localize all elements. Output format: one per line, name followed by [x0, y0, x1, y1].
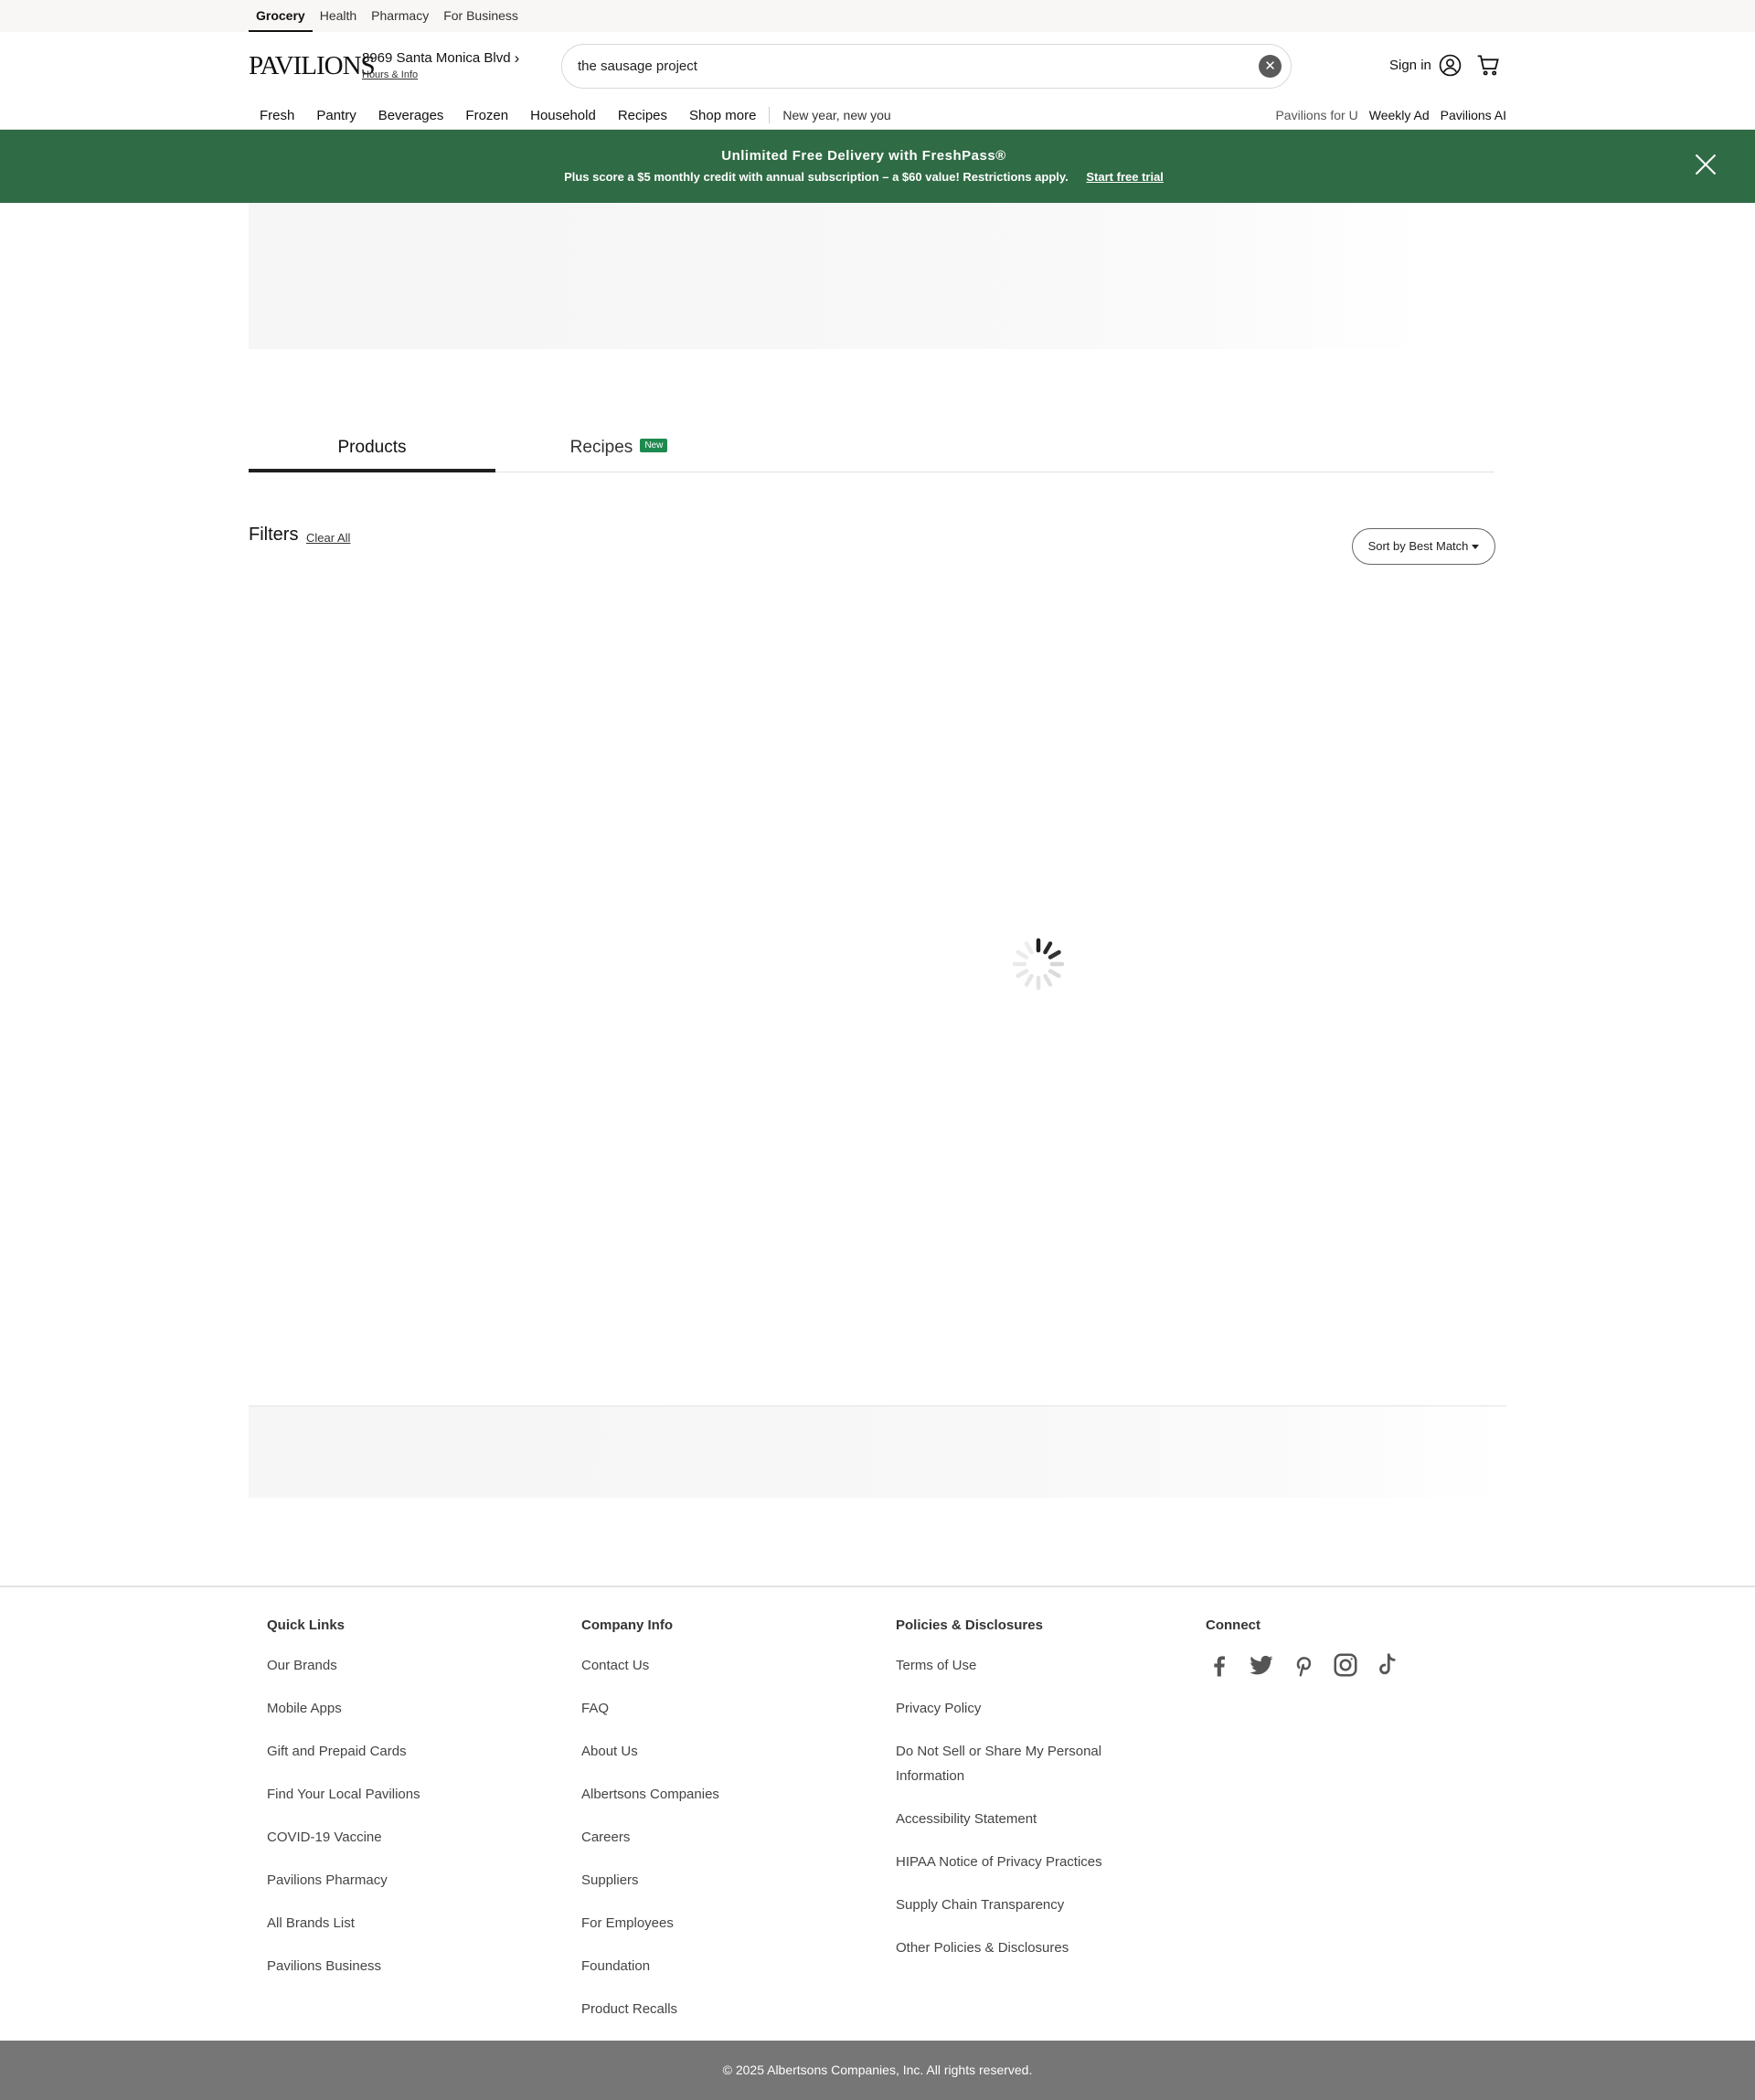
copyright-bar: © 2025 Albertsons Companies, Inc. All ri…	[0, 2041, 1755, 2100]
footer-link-faq[interactable]: FAQ	[581, 1696, 810, 1721]
search-input[interactable]	[578, 45, 1236, 88]
category-nav: Fresh Pantry Beverages Frozen Household …	[249, 101, 902, 129]
nav-weekly-ad[interactable]: Weekly Ad	[1369, 108, 1430, 122]
footer-link-find-store[interactable]: Find Your Local Pavilions	[267, 1782, 495, 1807]
chevron-right-icon: ›	[514, 49, 520, 67]
site-footer: Quick Links Our Brands Mobile Apps Gift …	[0, 1586, 1755, 2041]
sign-in-button[interactable]: Sign in	[1389, 54, 1462, 77]
loading-placeholder-bottom	[249, 1406, 1506, 1498]
banner-subtitle: Plus score a $5 monthly credit with annu…	[0, 170, 1728, 184]
footer-company-info-title: Company Info	[581, 1617, 673, 1633]
top-utility-bar: Grocery Health Pharmacy For Business	[0, 0, 1755, 32]
store-address[interactable]: 8969 Santa Monica Blvd ›	[362, 50, 519, 66]
sign-in-label: Sign in	[1389, 58, 1431, 73]
tab-recipes-label: Recipes	[569, 438, 633, 457]
secondary-nav: Pavilions for U Weekly Ad Pavilions AI	[1264, 101, 1506, 129]
social-links	[1206, 1651, 1416, 1679]
footer-link-about-us[interactable]: About Us	[581, 1739, 810, 1764]
footer-quick-links-title: Quick Links	[267, 1617, 346, 1633]
topbar-item-health[interactable]: Health	[313, 0, 364, 32]
loading-spinner-icon	[1012, 938, 1065, 991]
footer-link-employees[interactable]: For Employees	[581, 1911, 810, 1936]
footer-link-gift-cards[interactable]: Gift and Prepaid Cards	[267, 1739, 495, 1764]
tab-recipes[interactable]: Recipes New	[495, 430, 742, 472]
footer-link-hipaa[interactable]: HIPAA Notice of Privacy Practices	[896, 1850, 1124, 1874]
freshpass-banner: Unlimited Free Delivery with FreshPass® …	[0, 130, 1755, 203]
filters-heading: Filters	[249, 525, 299, 545]
footer-link-accessibility[interactable]: Accessibility Statement	[896, 1807, 1124, 1831]
topbar-item-grocery[interactable]: Grocery	[249, 0, 313, 32]
loading-placeholder-top	[249, 203, 1424, 349]
twitter-icon[interactable]	[1248, 1651, 1275, 1679]
facebook-icon[interactable]	[1206, 1651, 1233, 1679]
nav-household[interactable]: Household	[519, 108, 607, 123]
footer-quick-links: Quick Links Our Brands Mobile Apps Gift …	[267, 1617, 495, 1997]
footer-link-contact-us[interactable]: Contact Us	[581, 1653, 810, 1678]
footer-link-careers[interactable]: Careers	[581, 1825, 810, 1850]
nav-pavilions-ai[interactable]: Pavilions AI	[1441, 108, 1506, 122]
search-bar: ✕	[561, 44, 1292, 89]
footer-link-all-brands[interactable]: All Brands List	[267, 1911, 495, 1936]
caret-down-icon	[1472, 545, 1480, 550]
footer-policies-title: Policies & Disclosures	[896, 1617, 1043, 1633]
new-badge: New	[640, 439, 668, 453]
nav-frozen[interactable]: Frozen	[454, 108, 519, 123]
close-icon[interactable]	[1693, 152, 1718, 177]
footer-connect: Connect	[1206, 1617, 1416, 1679]
nav-divider	[769, 107, 771, 123]
footer-company-info: Company Info Contact Us FAQ About Us Alb…	[581, 1617, 810, 2040]
nav-promo-new-year[interactable]: New year, new you	[771, 108, 901, 122]
footer-connect-title: Connect	[1206, 1617, 1260, 1633]
footer-link-privacy[interactable]: Privacy Policy	[896, 1696, 1124, 1721]
banner-switcher: Grocery Health Pharmacy For Business	[249, 0, 526, 32]
start-free-trial-link[interactable]: Start free trial	[1086, 170, 1164, 184]
store-address-label: 8969 Santa Monica Blvd	[362, 50, 511, 66]
result-tabs: Products Recipes New	[249, 430, 1494, 472]
topbar-item-for-business[interactable]: For Business	[436, 0, 526, 32]
pavilions-logo[interactable]: PAVILIONS	[249, 51, 376, 81]
store-selector[interactable]: 8969 Santa Monica Blvd › Hours & Info	[362, 50, 519, 80]
footer-policies: Policies & Disclosures Terms of Use Priv…	[896, 1617, 1124, 1978]
nav-pavilions-for-u[interactable]: Pavilions for U	[1275, 108, 1357, 122]
footer-link-covid-vaccine[interactable]: COVID-19 Vaccine	[267, 1825, 495, 1850]
nav-fresh[interactable]: Fresh	[249, 108, 305, 123]
footer-link-suppliers[interactable]: Suppliers	[581, 1868, 810, 1893]
footer-link-do-not-sell[interactable]: Do Not Sell or Share My Personal Informa…	[896, 1739, 1124, 1788]
tiktok-icon[interactable]	[1374, 1651, 1401, 1679]
footer-link-recalls[interactable]: Product Recalls	[581, 1997, 810, 2021]
footer-link-foundation[interactable]: Foundation	[581, 1954, 810, 1978]
footer-link-terms[interactable]: Terms of Use	[896, 1653, 1124, 1678]
sort-dropdown[interactable]: Sort by Best Match	[1352, 528, 1495, 565]
footer-link-supply-chain[interactable]: Supply Chain Transparency	[896, 1893, 1124, 1917]
instagram-icon[interactable]	[1332, 1651, 1359, 1679]
footer-link-mobile-apps[interactable]: Mobile Apps	[267, 1696, 495, 1721]
tab-products[interactable]: Products	[249, 430, 495, 472]
footer-link-pharmacy[interactable]: Pavilions Pharmacy	[267, 1868, 495, 1893]
footer-link-our-brands[interactable]: Our Brands	[267, 1653, 495, 1678]
footer-link-albertsons[interactable]: Albertsons Companies	[581, 1782, 810, 1807]
cart-icon[interactable]	[1476, 53, 1501, 78]
hours-info-link[interactable]: Hours & Info	[362, 69, 519, 80]
site-header: PAVILIONS 8969 Santa Monica Blvd › Hours…	[0, 32, 1755, 130]
nav-recipes[interactable]: Recipes	[607, 108, 678, 123]
footer-link-business[interactable]: Pavilions Business	[267, 1954, 495, 1978]
banner-title: Unlimited Free Delivery with FreshPass®	[721, 148, 1006, 164]
nav-beverages[interactable]: Beverages	[367, 108, 455, 123]
user-account-icon	[1439, 54, 1462, 77]
sort-label: Sort by Best Match	[1367, 539, 1469, 553]
banner-subtitle-text: Plus score a $5 monthly credit with annu…	[564, 170, 1069, 184]
nav-shop-more[interactable]: Shop more	[678, 108, 767, 123]
clear-all-filters-link[interactable]: Clear All	[306, 531, 350, 545]
clear-search-icon[interactable]: ✕	[1259, 55, 1282, 78]
copyright-text: © 2025 Albertsons Companies, Inc. All ri…	[722, 2063, 1033, 2077]
pinterest-icon[interactable]	[1290, 1651, 1317, 1679]
footer-link-other-policies[interactable]: Other Policies & Disclosures	[896, 1936, 1124, 1960]
nav-pantry[interactable]: Pantry	[305, 108, 367, 123]
topbar-item-pharmacy[interactable]: Pharmacy	[364, 0, 436, 32]
tab-products-label: Products	[337, 438, 407, 457]
